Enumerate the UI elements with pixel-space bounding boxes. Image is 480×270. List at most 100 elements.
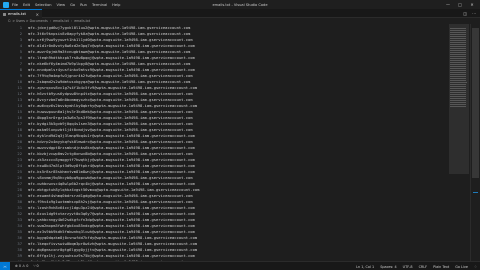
minimap-line xyxy=(450,62,466,63)
breadcrumb-path[interactable]: C: > Users > Documents xyxy=(8,19,48,23)
line-ending[interactable]: CRLF xyxy=(419,265,428,269)
line-text: mfc-nke6bf6y4mimd7b9plbpy8@wpta-mugsuite… xyxy=(28,60,191,66)
vscode-logo-icon xyxy=(3,1,9,8)
language-mode[interactable]: Plain Text xyxy=(433,265,449,269)
line-text: mfc-0bpg5nr0rgzjm3w8n7ps3f9@wpta-mugsuit… xyxy=(28,114,193,120)
breadcrumb-symbol[interactable]: emails.txt xyxy=(74,19,90,23)
line-number: 17 xyxy=(17,120,22,126)
line-number: 31 xyxy=(17,204,22,210)
minimap-line xyxy=(450,104,466,105)
editor-text-area[interactable]: 1 mfc-jdcnjgd6wj7ygvkl0l1uu2@wpta-mugsuit… xyxy=(0,24,448,261)
encoding[interactable]: UTF-8 xyxy=(403,265,413,269)
menu-help[interactable]: Help xyxy=(112,3,120,7)
minimap-line xyxy=(450,46,466,47)
minimap-line xyxy=(450,74,466,75)
line-text: mfc-d1d1r0n8vxty8w6zd2e3pq7v@wpta-mugsui… xyxy=(28,42,195,48)
line-number: 34 xyxy=(17,222,22,228)
tab-close-icon[interactable]: × xyxy=(36,12,39,17)
problems-indicator[interactable]: ⊗ 0 ⚠ 0 xyxy=(15,264,28,268)
line-text: mfc-vwa2mxpm3fwhfgb4xx85ndxg@wpta-mugsui… xyxy=(28,222,195,228)
more-actions-icon[interactable]: ⋯ xyxy=(472,11,476,16)
minimap-line xyxy=(450,82,467,83)
status-bar: ›‹ ⊗ 0 ⚠ 0 ⑂ 0 Ln 1, Col 1 Spaces: 4 UTF… xyxy=(0,261,480,270)
line-number: 14 xyxy=(17,102,22,108)
line-number: 9 xyxy=(19,72,22,78)
remote-icon[interactable]: ›‹ xyxy=(0,262,10,270)
minimize-icon[interactable]: — xyxy=(442,0,454,9)
minimap-line xyxy=(450,86,466,87)
line-number: 11 xyxy=(17,84,22,90)
line-text: mfc-dq6gmscxnr0gtg6lgyg0yjjtv@wpta-mugsu… xyxy=(28,246,198,252)
vertical-scrollbar[interactable] xyxy=(470,24,480,261)
cursor-position[interactable]: Ln 1, Col 1 xyxy=(356,265,374,269)
line-number: 6 xyxy=(19,54,22,60)
scrollbar-thumb[interactable] xyxy=(472,28,479,178)
line-number: 32 xyxy=(17,210,22,216)
line-number: 27 xyxy=(17,180,22,186)
maximize-icon[interactable]: □ xyxy=(454,0,466,9)
menu-edit[interactable]: Edit xyxy=(23,3,30,7)
line-number: 5 xyxy=(19,48,22,54)
minimap-line xyxy=(450,98,466,99)
line-text: mfc-nnvdpmlsr4yusfinkx9atvz9@wpta-mugsui… xyxy=(28,66,195,72)
menu-view[interactable]: View xyxy=(57,3,66,7)
minimap-line xyxy=(450,96,466,97)
minimap-line xyxy=(450,58,466,59)
tab-label: emails.txt xyxy=(8,12,26,16)
menu-run[interactable]: Run xyxy=(80,3,87,7)
close-icon[interactable]: ✕ xyxy=(466,0,478,9)
breadcrumb-separator-icon: › xyxy=(70,19,73,23)
notifications-bell-icon[interactable]: ♢ xyxy=(474,265,477,269)
ports-indicator[interactable]: ⑂ 0 xyxy=(33,264,38,268)
minimap-line xyxy=(450,40,466,41)
minimap-line xyxy=(450,34,466,35)
line-text: mfc-aw6cqv6s2bsvbymhlky0qbrhy@wpta-mugsu… xyxy=(28,102,198,108)
minimap[interactable] xyxy=(449,24,469,261)
minimap-line xyxy=(450,32,466,33)
line-text: mfc-7f9tq9a4mpfw3jgnxr4k2fw@wpta-mugsuit… xyxy=(28,72,193,78)
line-text: mfc-8vcyrzbm7a6n0bcmmqyxzhc@wpta-mugsuit… xyxy=(28,96,193,102)
line-number: 25 xyxy=(17,168,22,174)
indentation[interactable]: Spaces: 4 xyxy=(380,265,396,269)
status-right: Ln 1, Col 1 Spaces: 4 UTF-8 CRLF Plain T… xyxy=(350,262,477,270)
line-text: mfc-ur6j9ww9yyuwrt1hk1l1yd0@wpta-mugsuit… xyxy=(28,36,193,42)
line-text: mfc-3t6c9knpsiv8v0apyfyk0z@wpta-mugsuite… xyxy=(28,30,191,36)
line-text: mfc-ks5r8sr85skhmvtvm8lm8wnj@wpta-mugsui… xyxy=(28,168,195,174)
line-number: 21 xyxy=(17,144,22,150)
minimap-line xyxy=(450,90,466,91)
minimap-line xyxy=(450,44,466,45)
minimap-line xyxy=(450,84,466,85)
line-text: mfc-kbzbjvcwp0mv2ctg0xnwv8b@wpta-mugsuit… xyxy=(28,150,193,156)
line-number: 7 xyxy=(19,60,22,66)
minimap-line xyxy=(450,56,466,57)
line-text: mfc-lkeqofisvswiw0bqm3pr0w4zh@wpta-mugsu… xyxy=(28,240,198,246)
minimap-line xyxy=(450,94,466,95)
line-text: mfc-lteqh9hdtkhzpk7rs0w8pqqj@wpta-mugsui… xyxy=(28,54,195,60)
minimap-line xyxy=(450,54,466,55)
menu-terminal[interactable]: Terminal xyxy=(92,3,107,7)
line-text: mfc-zgsrqxxv8vc1g7s4f1b4c5fz9@wpta-mugsu… xyxy=(28,84,198,90)
line-number: 26 xyxy=(17,174,22,180)
go-live-button[interactable]: Go Live xyxy=(455,265,468,269)
line-text: mfc-bydgi5k5gvb9j0qq4s1sen3@wpta-mugsuit… xyxy=(28,120,193,126)
line-number: 13 xyxy=(17,96,22,102)
window-controls: — □ ✕ xyxy=(442,0,478,9)
line-text: mfc-bgyq0dqzkm8j0cvnwfdd7kfdy@wpta-mugsu… xyxy=(28,234,198,240)
line-text: mfc-eswamt4shmq0bdrsrzd1gdg@wpta-mugsuit… xyxy=(28,192,193,198)
menu-go[interactable]: Go xyxy=(70,3,75,7)
line-number: 19 xyxy=(17,132,22,138)
line-number: 15 xyxy=(17,108,22,114)
split-editor-icon[interactable]: ◫ xyxy=(463,11,467,16)
line-number: 36 xyxy=(17,234,22,240)
tab-emails-txt[interactable]: emails.txt × xyxy=(0,9,42,18)
minimap-line xyxy=(450,72,466,73)
minimap-line xyxy=(450,28,466,29)
line-number: 12 xyxy=(17,90,22,96)
menu-file[interactable]: File xyxy=(12,3,18,7)
line-text: mfc-h6zvtb9yus6ydpvw8tnp4tz@wpta-mugsuit… xyxy=(28,90,193,96)
minimap-line xyxy=(450,36,466,37)
menu-selection[interactable]: Selection xyxy=(35,3,52,7)
breadcrumb-file[interactable]: emails.txt xyxy=(53,19,69,23)
minimap-line xyxy=(450,68,466,69)
line-number: 23 xyxy=(17,156,22,162)
